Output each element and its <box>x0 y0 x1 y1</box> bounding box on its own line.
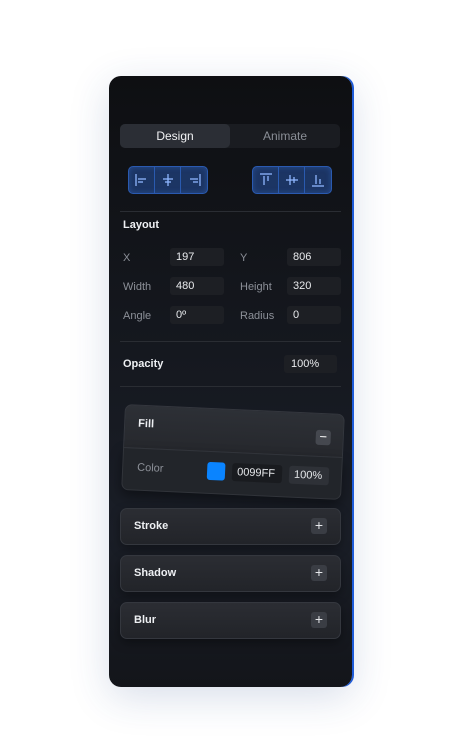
add-blur-button[interactable]: + <box>311 612 327 628</box>
design-panel: Design Animate Layout X 197 Y 806 Width … <box>109 76 352 687</box>
tab-bar: Design Animate <box>120 124 340 148</box>
y-label: Y <box>240 252 248 264</box>
opacity-field[interactable]: 100% <box>284 355 337 373</box>
align-middle-vertical-icon <box>286 175 298 185</box>
radius-field[interactable]: 0 <box>287 306 341 324</box>
color-swatch[interactable] <box>206 461 226 481</box>
align-left-button[interactable] <box>129 167 155 193</box>
hex-field[interactable]: 0099FF <box>231 462 283 484</box>
height-label: Height <box>240 281 272 293</box>
divider <box>120 341 341 342</box>
vertical-align-group <box>252 166 332 194</box>
align-left-icon <box>135 174 146 186</box>
tab-design[interactable]: Design <box>120 124 230 148</box>
align-right-button[interactable] <box>181 167 206 193</box>
align-top-icon <box>260 173 272 185</box>
opacity-label: Opacity <box>123 358 164 370</box>
fill-opacity-field[interactable]: 100% <box>288 465 330 486</box>
plus-icon: + <box>314 564 324 580</box>
minus-icon: − <box>319 428 328 445</box>
plus-icon: + <box>314 611 324 627</box>
add-shadow-button[interactable]: + <box>311 565 327 581</box>
add-stroke-button[interactable]: + <box>311 518 327 534</box>
tab-animate[interactable]: Animate <box>230 124 340 148</box>
y-field[interactable]: 806 <box>287 248 341 266</box>
shadow-title: Shadow <box>134 567 177 579</box>
align-right-icon <box>190 174 201 186</box>
radius-label: Radius <box>240 310 275 322</box>
angle-field[interactable]: 0º <box>170 306 224 324</box>
blur-card[interactable]: Blur + <box>120 602 341 639</box>
align-top-button[interactable] <box>253 167 279 193</box>
align-middle-vertical-button[interactable] <box>279 167 305 193</box>
plus-icon: + <box>314 517 324 533</box>
fill-body: Color 0099FF 100% <box>121 447 343 500</box>
remove-fill-button[interactable]: − <box>315 428 332 446</box>
x-label: X <box>123 252 131 264</box>
divider <box>120 386 341 387</box>
blur-title: Blur <box>134 614 156 626</box>
stroke-title: Stroke <box>134 520 169 532</box>
fill-card: Fill − Color 0099FF 100% <box>121 404 345 500</box>
width-label: Width <box>123 281 152 293</box>
angle-label: Angle <box>123 310 152 322</box>
x-field[interactable]: 197 <box>170 248 224 266</box>
color-label: Color <box>136 461 164 475</box>
divider <box>120 211 341 212</box>
align-bottom-icon <box>312 175 324 187</box>
align-bottom-button[interactable] <box>305 167 330 193</box>
align-center-horizontal-button[interactable] <box>155 167 181 193</box>
shadow-card[interactable]: Shadow + <box>120 555 341 592</box>
align-center-horizontal-icon <box>163 174 173 186</box>
stroke-card[interactable]: Stroke + <box>120 508 341 545</box>
horizontal-align-group <box>128 166 208 194</box>
width-field[interactable]: 480 <box>170 277 224 295</box>
layout-title: Layout <box>123 219 160 231</box>
height-field[interactable]: 320 <box>287 277 341 295</box>
fill-title: Fill <box>137 417 155 431</box>
